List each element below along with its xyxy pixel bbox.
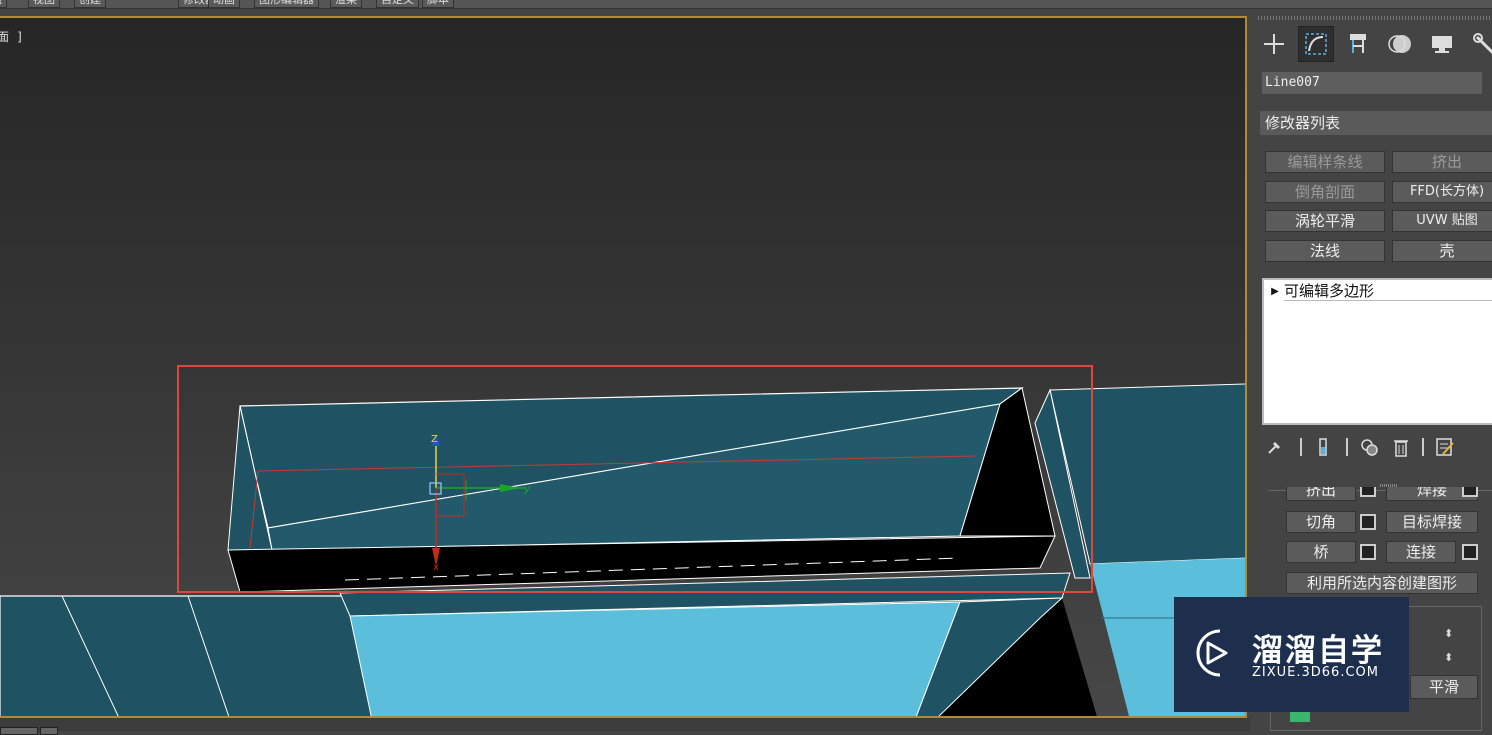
- bridge-settings-icon[interactable]: [1360, 544, 1376, 560]
- menu-item[interactable]: 创建: [74, 0, 106, 8]
- weld-settings-icon[interactable]: [1462, 487, 1478, 497]
- gizmo-x-label: x: [433, 562, 439, 573]
- connect-settings-icon[interactable]: [1462, 544, 1478, 560]
- modifier-stack[interactable]: ▶ 可编辑多边形: [1262, 278, 1492, 425]
- create-plus-icon: [1264, 34, 1284, 54]
- status-button[interactable]: [0, 727, 38, 735]
- panel-grip[interactable]: [1258, 16, 1492, 20]
- configure-modifier-sets-icon[interactable]: [1434, 436, 1456, 458]
- menu-item[interactable]: 脚本: [422, 0, 454, 8]
- stack-item-editable-poly[interactable]: ▶ 可编辑多边形: [1266, 281, 1492, 301]
- pin-stack-icon[interactable]: [1264, 436, 1286, 458]
- extrude-settings-icon[interactable]: [1360, 487, 1376, 497]
- menu-bar: 组 视图 创建 修改器 动画 图形编辑器 渲染 自定义 脚本: [0, 0, 1492, 9]
- modifier-list-dropdown[interactable]: 修改器列表: [1260, 111, 1492, 135]
- display-tab[interactable]: [1424, 26, 1460, 62]
- stack-toolbar: [1262, 434, 1492, 460]
- expand-triangle-icon[interactable]: ▶: [1266, 286, 1284, 297]
- hierarchy-tab[interactable]: [1340, 26, 1376, 62]
- menu-item[interactable]: 视图: [28, 0, 60, 8]
- create-tab[interactable]: [1256, 26, 1292, 62]
- utilities-wrench-icon: [1473, 33, 1492, 55]
- floor-slab-left: [0, 595, 375, 716]
- menu-item[interactable]: 渲染: [330, 0, 362, 8]
- bridge-button[interactable]: 桥: [1286, 541, 1356, 563]
- show-end-result-icon[interactable]: [1312, 436, 1334, 458]
- normal-button[interactable]: 法线: [1265, 240, 1385, 262]
- smooth-button[interactable]: 平滑: [1410, 675, 1478, 699]
- remove-modifier-trash-icon[interactable]: [1390, 436, 1412, 458]
- menu-item[interactable]: 图形编辑器: [254, 0, 319, 8]
- ffd-box-button[interactable]: FFD(长方体): [1392, 181, 1492, 203]
- menu-item[interactable]: 组: [0, 0, 7, 8]
- watermark-title: 溜溜自学: [1252, 633, 1384, 669]
- gizmo-z-label: Z: [431, 434, 438, 445]
- extrude-poly-button[interactable]: 挤出: [1286, 487, 1356, 501]
- edit-spline-button[interactable]: 编辑样条线: [1265, 151, 1385, 173]
- hierarchy-icon: [1350, 34, 1366, 53]
- watermark-logo: 溜溜自学 ZIXUE.3D66.COM: [1174, 597, 1409, 712]
- create-shape-from-selection-button[interactable]: 利用所选内容创建图形: [1286, 572, 1478, 594]
- utilities-tab[interactable]: [1466, 26, 1492, 62]
- status-button[interactable]: [40, 727, 58, 735]
- display-icon: [1432, 36, 1452, 53]
- perspective-viewport[interactable]: 面 ] Z y: [0, 16, 1247, 718]
- motion-icon: [1388, 35, 1411, 53]
- gizmo-y-label: y: [523, 482, 531, 495]
- modify-tab[interactable]: [1298, 26, 1334, 62]
- modify-icon: [1305, 33, 1327, 55]
- spinner-arrows-icon[interactable]: ⬍: [1444, 651, 1453, 664]
- menu-item[interactable]: 自定义: [376, 0, 419, 8]
- target-weld-button[interactable]: 目标焊接: [1386, 511, 1478, 533]
- spinner-arrows-icon[interactable]: ⬍: [1444, 627, 1453, 640]
- shell-button[interactable]: 壳: [1392, 240, 1492, 262]
- scene-canvas[interactable]: Z y x: [0, 18, 1245, 718]
- menu-item[interactable]: 动画: [208, 0, 240, 8]
- command-panel-tabs: [1256, 26, 1492, 62]
- extrude-button[interactable]: 挤出: [1392, 151, 1492, 173]
- chamfer-button[interactable]: 切角: [1286, 511, 1356, 533]
- chamfer-settings-icon[interactable]: [1360, 514, 1376, 530]
- connect-button[interactable]: 连接: [1386, 541, 1456, 563]
- object-name-field[interactable]: Line007: [1262, 72, 1482, 94]
- motion-tab[interactable]: [1382, 26, 1418, 62]
- make-unique-icon[interactable]: [1358, 436, 1380, 458]
- stack-item-label: 可编辑多边形: [1284, 281, 1492, 301]
- lower-frame-inner: [349, 601, 961, 716]
- turbosmooth-button[interactable]: 涡轮平滑: [1265, 210, 1385, 232]
- watermark-subtitle: ZIXUE.3D66.COM: [1252, 665, 1379, 680]
- play-logo-icon: [1196, 629, 1228, 677]
- bevel-profile-button[interactable]: 倒角剖面: [1265, 181, 1385, 203]
- uvw-map-button[interactable]: UVW 贴图: [1392, 210, 1492, 232]
